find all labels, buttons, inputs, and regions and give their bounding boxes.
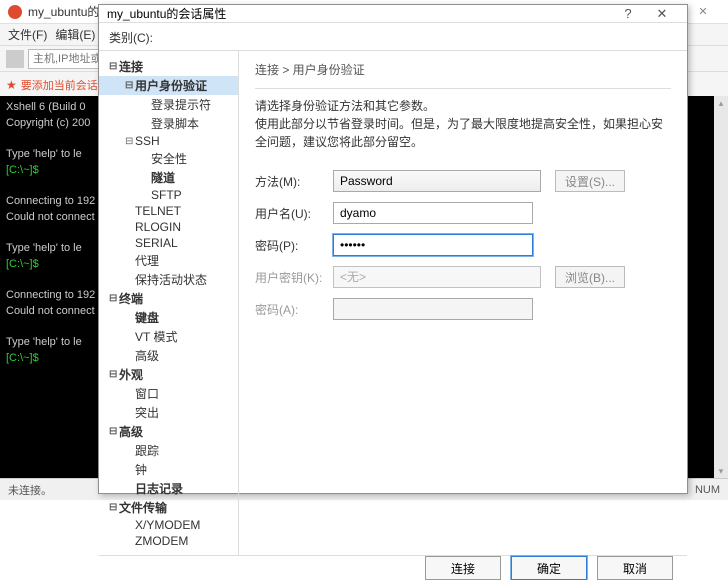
tree-telnet[interactable]: TELNET xyxy=(99,203,238,219)
tree-connection[interactable]: ⊟连接 xyxy=(99,57,238,76)
category-label: 类别(C): xyxy=(99,23,687,50)
method-label: 方法(M): xyxy=(255,173,333,190)
category-tree[interactable]: ⊟连接 ⊟用户身份验证 登录提示符 登录脚本 ⊟SSH 安全性 隧道 SFTP … xyxy=(99,51,239,555)
close-icon[interactable]: ✕ xyxy=(686,0,720,24)
tree-trace[interactable]: 跟踪 xyxy=(99,441,238,460)
status-left: 未连接。 xyxy=(8,482,52,498)
tree-keyboard[interactable]: 键盘 xyxy=(99,308,238,327)
dialog-title: my_ubuntu的会话属性 xyxy=(107,5,226,22)
tree-xymodem[interactable]: X/YMODEM xyxy=(99,517,238,533)
tree-rlogin[interactable]: RLOGIN xyxy=(99,219,238,235)
session-properties-dialog: my_ubuntu的会话属性 ? ✕ 类别(C): ⊟连接 ⊟用户身份验证 登录… xyxy=(98,4,688,494)
tree-highlight[interactable]: 突出 xyxy=(99,403,238,422)
dialog-footer: 连接 确定 取消 xyxy=(99,555,687,580)
tree-window[interactable]: 窗口 xyxy=(99,384,238,403)
username-label: 用户名(U): xyxy=(255,205,333,222)
tree-terminal[interactable]: ⊟终端 xyxy=(99,289,238,308)
tree-keepalive[interactable]: 保持活动状态 xyxy=(99,270,238,289)
tree-advanced2[interactable]: ⊟高级 xyxy=(99,422,238,441)
tree-sftp[interactable]: SFTP xyxy=(99,187,238,203)
menu-edit[interactable]: 编辑(E) xyxy=(55,26,95,43)
tree-filetransfer[interactable]: ⊟文件传输 xyxy=(99,498,238,517)
tree-appearance[interactable]: ⊟外观 xyxy=(99,365,238,384)
tree-login-prompt[interactable]: 登录提示符 xyxy=(99,95,238,114)
star-icon[interactable]: ★ xyxy=(6,78,17,92)
password-label: 密码(P): xyxy=(255,237,333,254)
breadcrumb: 连接 > 用户身份验证 xyxy=(255,61,671,78)
tree-login-script[interactable]: 登录脚本 xyxy=(99,114,238,133)
scroll-up-icon[interactable]: ▴ xyxy=(714,96,728,110)
userkey-label: 用户密钥(K): xyxy=(255,269,333,286)
dialog-close-icon[interactable]: ✕ xyxy=(645,6,679,22)
cancel-button[interactable]: 取消 xyxy=(597,556,673,580)
tree-tunnel[interactable]: 隧道 xyxy=(99,168,238,187)
username-input[interactable] xyxy=(333,202,533,224)
status-num: NUM xyxy=(695,484,720,496)
tree-auth[interactable]: ⊟用户身份验证 xyxy=(99,76,238,95)
terminal-scrollbar[interactable]: ▴ ▾ xyxy=(714,96,728,478)
toolbar-icon[interactable] xyxy=(6,50,24,68)
settings-button[interactable]: 设置(S)... xyxy=(555,170,625,192)
tree-security[interactable]: 安全性 xyxy=(99,149,238,168)
tree-zmodem[interactable]: ZMODEM xyxy=(99,533,238,549)
dialog-titlebar: my_ubuntu的会话属性 ? ✕ xyxy=(99,5,687,23)
userkey-select: <无> xyxy=(333,266,541,288)
tree-ssh[interactable]: ⊟SSH xyxy=(99,133,238,149)
ok-button[interactable]: 确定 xyxy=(511,556,587,580)
main-title: my_ubuntu的 xyxy=(28,3,99,20)
menu-file[interactable]: 文件(F) xyxy=(8,26,47,43)
browse-button[interactable]: 浏览(B)... xyxy=(555,266,625,288)
tree-proxy[interactable]: 代理 xyxy=(99,251,238,270)
passphrase-label: 密码(A): xyxy=(255,301,333,318)
password-input[interactable] xyxy=(333,234,533,256)
desc-text: 请选择身份验证方法和其它参数。 使用此部分以节省登录时间。但是，为了最大限度地提… xyxy=(255,97,671,151)
add-session-link[interactable]: 要添加当前会话 xyxy=(21,77,98,93)
tree-logging[interactable]: 日志记录 xyxy=(99,479,238,498)
auth-panel: 连接 > 用户身份验证 请选择身份验证方法和其它参数。 使用此部分以节省登录时间… xyxy=(239,51,687,555)
passphrase-input xyxy=(333,298,533,320)
scroll-down-icon[interactable]: ▾ xyxy=(714,464,728,478)
connect-button[interactable]: 连接 xyxy=(425,556,501,580)
help-icon[interactable]: ? xyxy=(611,6,645,21)
tree-bell[interactable]: 钟 xyxy=(99,460,238,479)
method-select[interactable]: Password xyxy=(333,170,541,192)
tree-advanced1[interactable]: 高级 xyxy=(99,346,238,365)
app-icon xyxy=(8,5,22,19)
tree-serial[interactable]: SERIAL xyxy=(99,235,238,251)
tree-vtmode[interactable]: VT 模式 xyxy=(99,327,238,346)
